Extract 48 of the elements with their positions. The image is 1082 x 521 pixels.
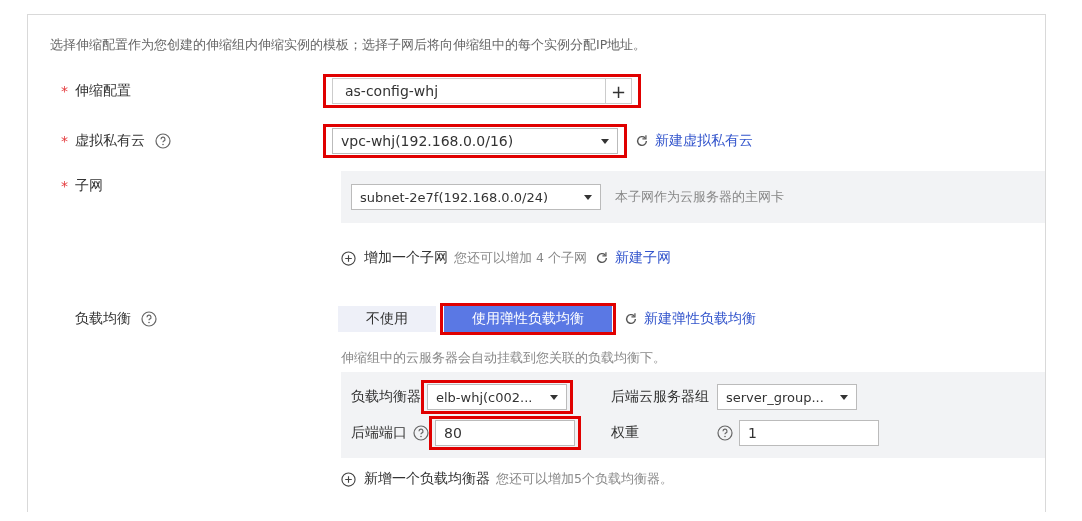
dropdown-select[interactable]: server_group... bbox=[717, 384, 857, 410]
add-load-balancer-link[interactable]: 新增一个负载均衡器 bbox=[364, 470, 490, 488]
field-label: 后端端口 bbox=[351, 424, 407, 442]
help-icon[interactable] bbox=[141, 311, 157, 327]
select-value: vpc-whj(192.168.0.0/16) bbox=[341, 133, 514, 149]
caret-icon bbox=[550, 394, 558, 400]
hint-text: 您还可以增加5个负载均衡器。 bbox=[496, 470, 673, 488]
field-label: 子网 bbox=[75, 177, 103, 195]
hint-text: 伸缩组中的云服务器会自动挂载到您关联的负载均衡下。 bbox=[341, 349, 666, 367]
caret-icon bbox=[584, 194, 592, 200]
option-tab[interactable]: 使用弹性负载均衡 bbox=[444, 306, 612, 332]
option-tab[interactable]: 不使用 bbox=[338, 306, 436, 332]
caret-icon bbox=[601, 138, 609, 144]
hint-text: 您还可以增加 4 个子网 bbox=[454, 249, 587, 267]
refresh-icon[interactable] bbox=[594, 251, 609, 265]
required-mark: * bbox=[61, 178, 69, 194]
subnet-select[interactable]: subnet-2e7f(192.168.0.0/24) bbox=[351, 184, 601, 210]
required-mark: * bbox=[61, 83, 69, 99]
refresh-icon[interactable] bbox=[635, 134, 649, 148]
select-value: subnet-2e7f(192.168.0.0/24) bbox=[360, 189, 549, 205]
create-elb-link[interactable]: 新建弹性负载均衡 bbox=[644, 310, 756, 328]
field-label: 权重 bbox=[611, 424, 640, 442]
field-label: 伸缩配置 bbox=[75, 82, 131, 100]
config-select[interactable]: as-config-whj + bbox=[332, 78, 632, 104]
select-value: as-config-whj bbox=[345, 83, 439, 99]
hint-text: 本子网作为云服务器的主网卡 bbox=[615, 188, 784, 206]
select-value: elb-whj(c002... bbox=[436, 389, 533, 405]
dropdown-select[interactable]: elb-whj(c002... bbox=[427, 384, 567, 410]
field-label: 负载均衡 bbox=[75, 310, 131, 328]
caret-icon bbox=[840, 394, 848, 400]
intro-text: 选择伸缩配置作为您创建的伸缩组内伸缩实例的模板；选择子网后将向伸缩组中的每个实例分配IP地址。 bbox=[50, 37, 648, 54]
input-field[interactable]: 80 bbox=[435, 420, 575, 446]
input-field[interactable]: 1 bbox=[739, 420, 879, 446]
add-circle-icon[interactable] bbox=[341, 250, 356, 266]
create-vpc-link[interactable]: 新建虚拟私有云 bbox=[655, 132, 753, 150]
select-value: server_group... bbox=[726, 389, 824, 405]
help-icon[interactable] bbox=[155, 133, 171, 149]
required-mark: * bbox=[61, 133, 69, 149]
vpc-select[interactable]: vpc-whj(192.168.0.0/16) bbox=[332, 128, 618, 154]
help-icon[interactable] bbox=[717, 425, 733, 441]
field-label: 虚拟私有云 bbox=[75, 132, 145, 150]
field-label: 负载均衡器 bbox=[351, 388, 421, 406]
create-subnet-link[interactable]: 新建子网 bbox=[614, 249, 671, 267]
refresh-icon[interactable] bbox=[624, 312, 638, 326]
add-subnet-link[interactable]: 增加一个子网 bbox=[364, 249, 448, 267]
field-label: 后端云服务器组 bbox=[611, 388, 710, 406]
add-circle-icon[interactable] bbox=[341, 471, 356, 487]
help-icon[interactable] bbox=[413, 425, 429, 441]
